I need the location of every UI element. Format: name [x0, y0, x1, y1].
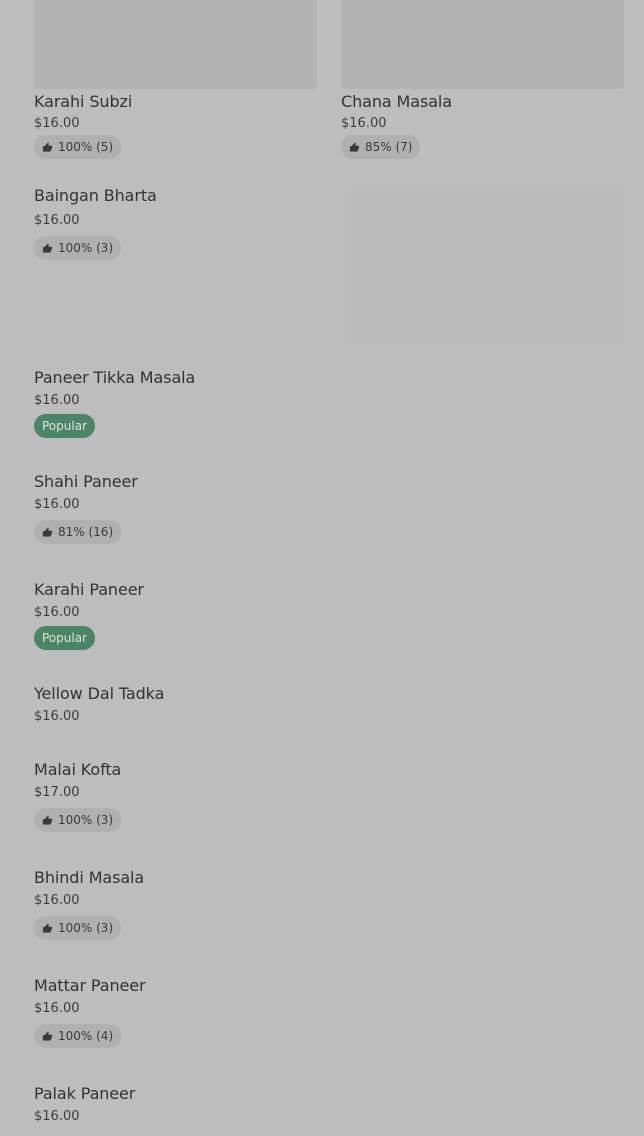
menu-item-palak-paneer[interactable]: Palak Paneer $16.00	[34, 1084, 135, 1124]
item-name: Karahi Paneer	[34, 580, 144, 599]
thumbs-up-icon	[42, 242, 53, 254]
menu-item-yellow-dal-tadka[interactable]: Yellow Dal Tadka $16.00	[34, 684, 164, 724]
menu-item-karahi-paneer[interactable]: Karahi Paneer $16.00 Popular	[34, 580, 144, 650]
item-price: $16.00	[34, 1001, 80, 1016]
menu-item-shahi-paneer[interactable]: Shahi Paneer $16.00 81% (16)	[34, 472, 138, 544]
menu-item-chana-masala[interactable]: Chana Masala $16.00 85% (7)	[341, 92, 452, 159]
item-name: Palak Paneer	[34, 1084, 136, 1103]
rating-badge: 100% (3)	[34, 808, 122, 832]
rating-text: 100% (4)	[58, 1029, 114, 1043]
rating-text: 81% (16)	[58, 525, 114, 539]
item-name: Shahi Paneer	[34, 472, 138, 491]
thumbs-up-icon	[42, 1030, 53, 1042]
item-price: $16.00	[34, 116, 80, 131]
thumbs-up-icon	[349, 141, 360, 153]
rating-badge: 85% (7)	[341, 135, 421, 159]
item-name: Mattar Paneer	[34, 976, 146, 995]
item-name: Karahi Subzi	[34, 92, 133, 111]
rating-badge: 100% (3)	[34, 236, 122, 260]
item-price: $16.00	[34, 709, 80, 724]
rating-text: 100% (5)	[58, 140, 114, 154]
item-price: $16.00	[34, 497, 80, 512]
rating-text: 100% (3)	[58, 241, 114, 255]
rating-text: 100% (3)	[58, 813, 114, 827]
popular-badge: Popular	[34, 626, 95, 650]
menu-item-baingan-bharta[interactable]: Baingan Bharta $16.00 100% (3)	[34, 186, 157, 260]
thumbs-up-icon	[42, 141, 53, 153]
thumbs-up-icon	[42, 922, 53, 934]
item-image-baingan-bharta[interactable]	[348, 188, 624, 344]
menu-item-mattar-paneer[interactable]: Mattar Paneer $16.00 100% (4)	[34, 976, 146, 1048]
item-price: $16.00	[341, 116, 387, 131]
item-image-karahi-subzi[interactable]	[34, 0, 317, 89]
rating-text: 100% (3)	[58, 921, 114, 935]
item-price: $16.00	[34, 605, 80, 620]
rating-badge: 100% (5)	[34, 135, 122, 159]
menu-item-malai-kofta[interactable]: Malai Kofta $17.00 100% (3)	[34, 760, 121, 832]
rating-text: 85% (7)	[365, 140, 413, 154]
thumbs-up-icon	[42, 814, 53, 826]
item-price: $16.00	[34, 393, 80, 408]
item-name: Malai Kofta	[34, 760, 122, 779]
rating-badge: 81% (16)	[34, 520, 122, 544]
item-name: Yellow Dal Tadka	[34, 684, 165, 703]
thumbs-up-icon	[42, 526, 53, 538]
rating-badge: 100% (4)	[34, 1024, 122, 1048]
item-name: Baingan Bharta	[34, 186, 157, 205]
menu-item-karahi-subzi[interactable]: Karahi Subzi $16.00 100% (5)	[34, 92, 132, 159]
menu-item-bhindi-masala[interactable]: Bhindi Masala $16.00 100% (3)	[34, 868, 144, 940]
item-price: $16.00	[34, 1109, 80, 1124]
item-name: Chana Masala	[341, 92, 452, 111]
item-price: $17.00	[34, 785, 80, 800]
item-price: $16.00	[34, 213, 80, 228]
popular-badge: Popular	[34, 414, 95, 438]
item-price: $16.00	[34, 893, 80, 908]
item-name: Paneer Tikka Masala	[34, 368, 196, 387]
rating-badge: 100% (3)	[34, 916, 122, 940]
menu-item-paneer-tikka-masala[interactable]: Paneer Tikka Masala $16.00 Popular	[34, 368, 195, 438]
item-name: Bhindi Masala	[34, 868, 145, 887]
item-image-chana-masala[interactable]	[341, 0, 624, 89]
